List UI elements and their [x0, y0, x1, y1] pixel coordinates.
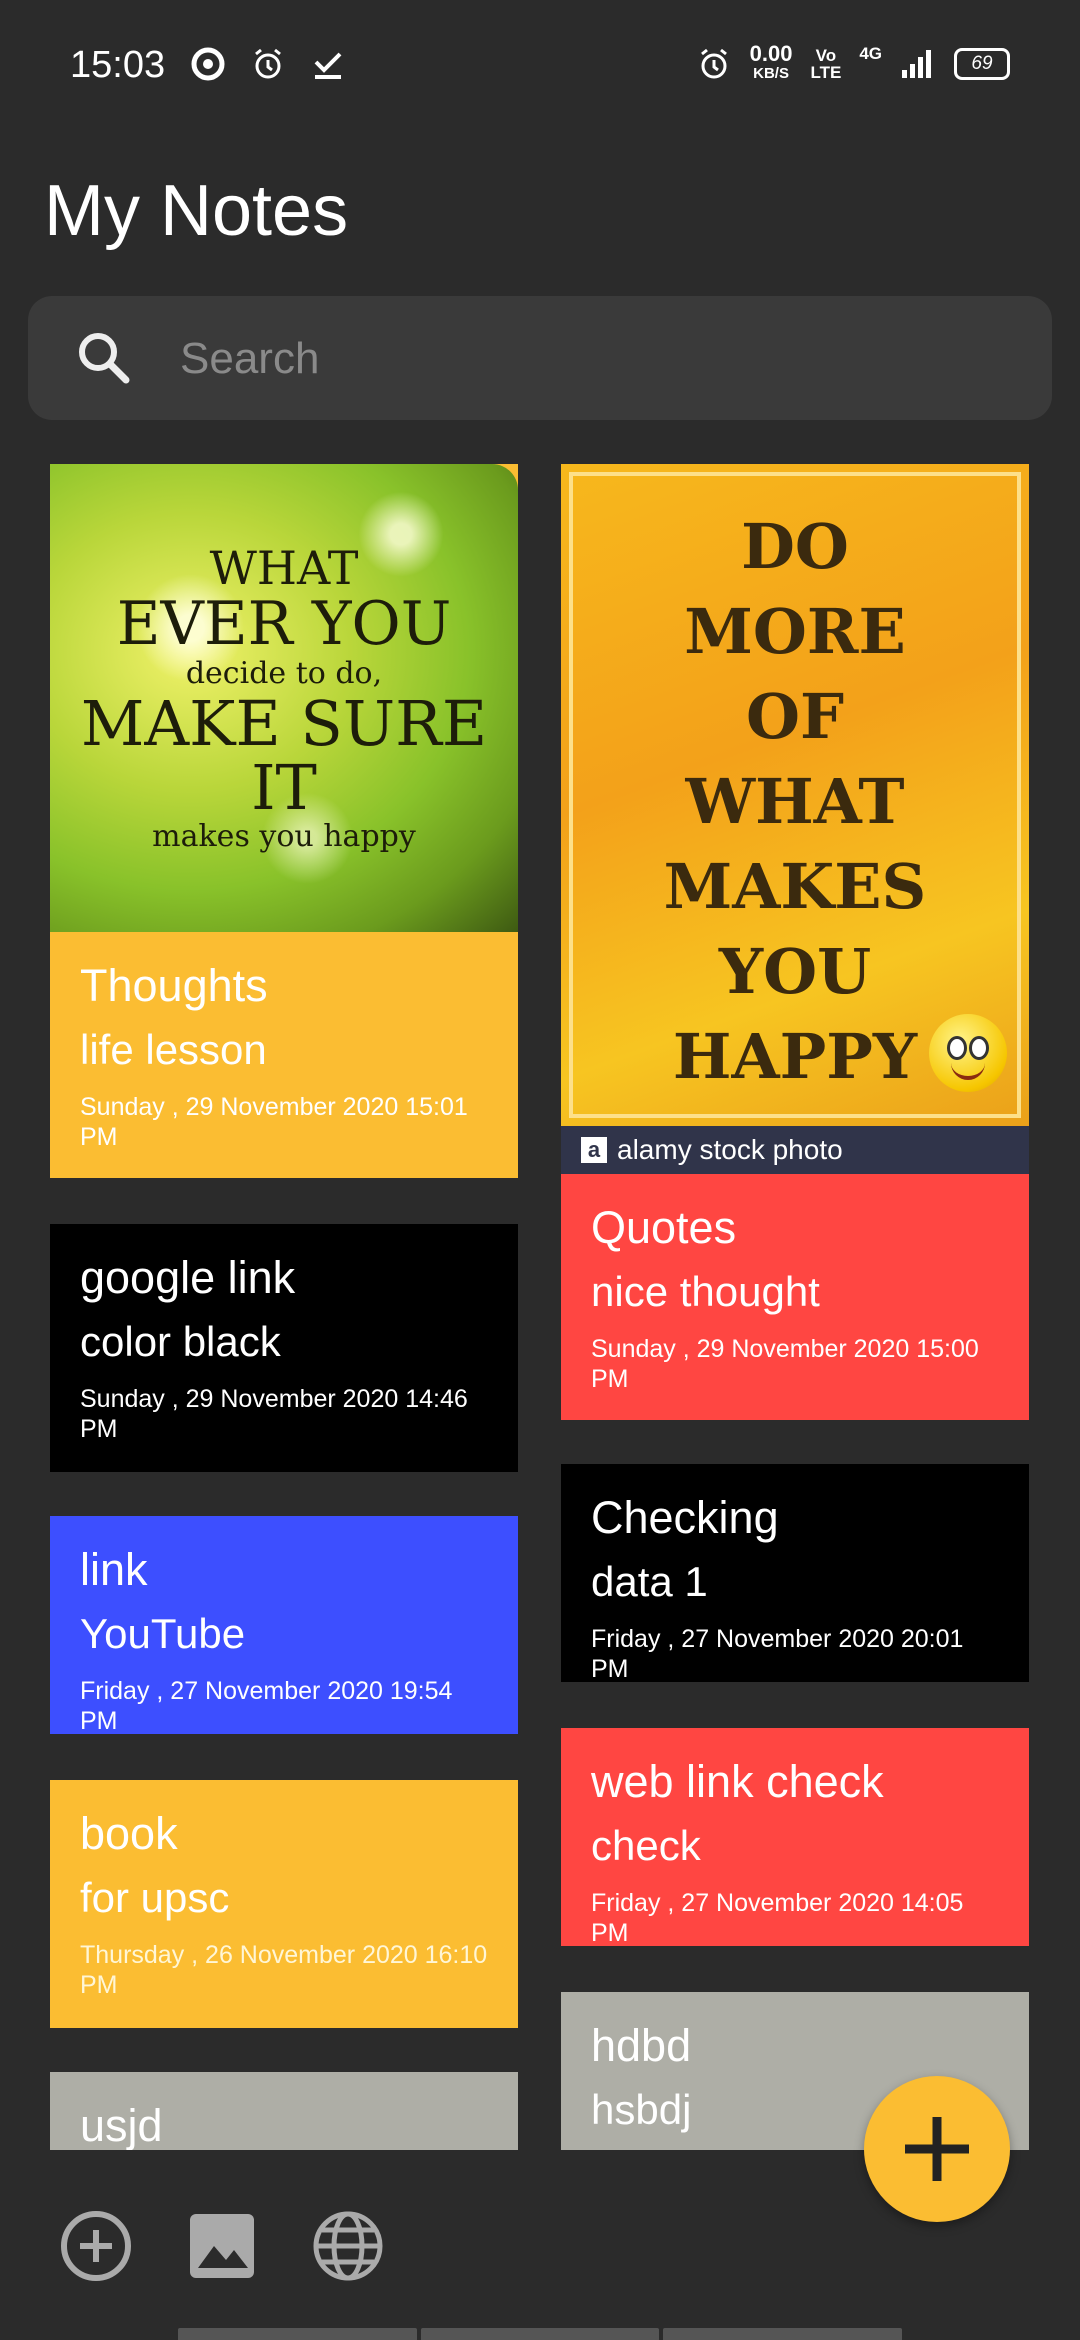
- plus-icon: [905, 2117, 969, 2181]
- note-subtitle: data 1: [591, 1558, 708, 1605]
- notes-grid: WHAT EVER YOU decide to do, MAKE SURE IT…: [0, 464, 1080, 2150]
- note-subtitle: nice thought: [591, 1268, 820, 1315]
- note-title: book: [80, 1808, 178, 1859]
- note-card-thoughts[interactable]: WHAT EVER YOU decide to do, MAKE SURE IT…: [50, 464, 518, 1178]
- volte-bottom: LTE: [810, 63, 842, 82]
- search-input[interactable]: [178, 326, 1002, 392]
- note-title: usjd: [80, 2100, 163, 2150]
- note-date: Sunday , 29 November 2020 15:01 PM: [80, 1093, 468, 1151]
- watermark-text: alamy stock photo: [617, 1134, 843, 1165]
- signal-icon: [902, 50, 931, 78]
- note-card-quotes[interactable]: DO MORE OF WHAT MAKES YOU HAPPY a alamy …: [561, 464, 1029, 1420]
- net-speed: 0.00 KB/S: [749, 41, 793, 84]
- note-subtitle: check: [591, 1822, 701, 1869]
- battery-icon: 69: [954, 48, 1010, 80]
- note-card-usjd[interactable]: usjd: [50, 2072, 518, 2150]
- note-date: Thursday , 26 November 2020 16:10 PM: [80, 1941, 488, 1999]
- note-title: link: [80, 1544, 148, 1595]
- add-circle-icon[interactable]: [56, 2206, 136, 2286]
- note-title: hdbd: [591, 2020, 692, 2071]
- smiley-icon: [929, 1014, 1007, 1092]
- gesture-bar: [178, 2328, 903, 2340]
- note-date: Friday , 27 November 2020 14:05 PM: [591, 1889, 964, 1946]
- image-text-line: WHAT: [209, 541, 359, 595]
- note-card-link[interactable]: link YouTube Friday , 27 November 2020 1…: [50, 1516, 518, 1734]
- image-text-line: DO: [741, 510, 849, 583]
- add-note-fab[interactable]: [864, 2076, 1010, 2222]
- status-right: 0.00 KB/S Vo LTE 4G 69: [696, 41, 1010, 84]
- sync-icon: [191, 47, 225, 81]
- page-title: My Notes: [44, 171, 349, 251]
- note-image: WHAT EVER YOU decide to do, MAKE SURE IT…: [50, 464, 518, 932]
- note-date: Friday , 27 November 2020 20:01 PM: [591, 1625, 964, 1682]
- alarm-icon: [700, 48, 727, 79]
- note-title: Thoughts: [80, 960, 268, 1011]
- note-subtitle: color black: [80, 1318, 281, 1365]
- image-text-line: OF: [745, 680, 845, 753]
- note-card-book[interactable]: book for upsc Thursday , 26 November 202…: [50, 1780, 518, 2028]
- note-card-checking[interactable]: Checking data 1 Friday , 27 November 202…: [561, 1464, 1029, 1682]
- image-text-line: YOU: [718, 935, 872, 1008]
- note-date: Friday , 27 November 2020 19:54 PM: [80, 1677, 453, 1734]
- image-text-line: EVER YOU: [116, 589, 452, 659]
- net-speed-unit: KB/S: [753, 65, 789, 82]
- image-text-line: MORE: [684, 595, 906, 668]
- status-bar: 15:03 0.00 KB/S Vo LTE 4G 69: [0, 0, 1080, 130]
- note-subtitle: for upsc: [80, 1874, 230, 1921]
- note-subtitle: life lesson: [80, 1026, 267, 1073]
- volte-badge: Vo LTE: [810, 47, 841, 81]
- note-title: web link check: [591, 1756, 884, 1807]
- watermark-bar: a alamy stock photo: [561, 1126, 1029, 1174]
- image-text-line: WHAT: [685, 765, 905, 838]
- note-card-web-link-check[interactable]: web link check check Friday , 27 Novembe…: [561, 1728, 1029, 1946]
- globe-icon[interactable]: [308, 2206, 388, 2286]
- net-speed-value: 0.00: [749, 41, 793, 66]
- alarm-icon: [255, 48, 281, 79]
- image-text-line: MAKE SURE IT: [80, 687, 488, 824]
- status-left-icons: [190, 46, 346, 82]
- note-title: Checking: [591, 1492, 779, 1543]
- search-bar[interactable]: [28, 296, 1052, 420]
- note-image: DO MORE OF WHAT MAKES YOU HAPPY a alamy …: [561, 464, 1029, 1174]
- network-type: 4G: [859, 44, 882, 63]
- image-text-line: makes you happy: [152, 819, 416, 854]
- watermark-logo: a: [581, 1137, 607, 1163]
- note-title: google link: [80, 1252, 296, 1303]
- note-card-google-link[interactable]: google link color black Sunday , 29 Nove…: [50, 1224, 518, 1472]
- note-subtitle: YouTube: [80, 1610, 246, 1657]
- image-icon[interactable]: [182, 2206, 262, 2286]
- image-text-line: MAKES: [663, 850, 927, 923]
- check-icon: [314, 52, 342, 79]
- note-date: Sunday , 29 November 2020 15:00 PM: [591, 1335, 979, 1393]
- status-time: 15:03: [70, 44, 166, 86]
- search-icon: [79, 333, 130, 384]
- note-date: Sunday , 29 November 2020 14:46 PM: [80, 1385, 468, 1443]
- note-title: Quotes: [591, 1202, 737, 1253]
